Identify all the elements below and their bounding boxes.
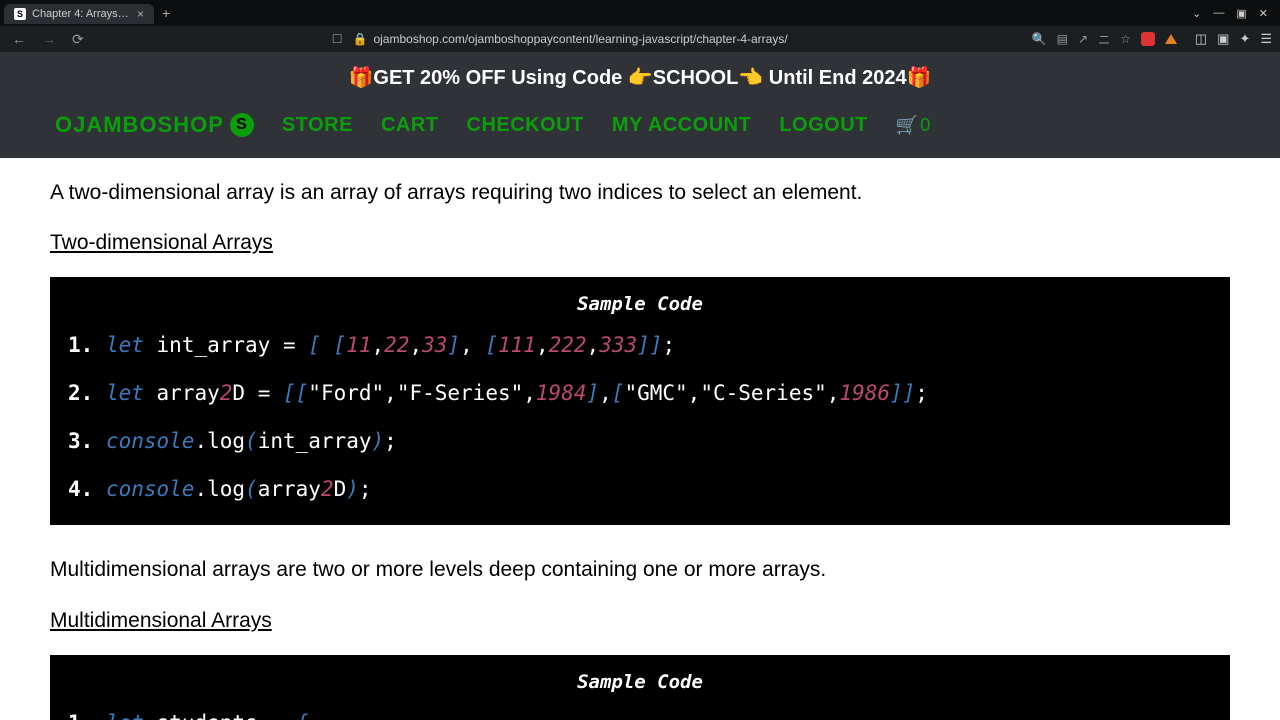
code-block-1: Sample Code 1. let int_array = [ [11,22,… [50,277,1230,525]
page-content[interactable]: 🎁GET 20% OFF Using Code 👉SCHOOL👈 Until E… [0,53,1280,720]
sidebar-icon[interactable]: ◫ [1195,31,1207,47]
section-link-multi[interactable]: Multidimensional Arrays [50,609,1230,633]
code-line: 4. console.log(array2D); [68,477,1212,501]
forward-button[interactable]: → [38,29,60,49]
browser-tab[interactable]: S Chapter 4: Arrays - Ojambo × [4,4,154,24]
bookmark-icon[interactable]: ☐ [332,32,343,46]
tab-favicon: S [14,8,26,20]
nav-logout[interactable]: LOGOUT [779,114,868,137]
new-tab-button[interactable]: + [162,5,170,21]
sparkle-icon[interactable]: ✦ [1239,31,1250,47]
browser-chrome: S Chapter 4: Arrays - Ojambo × + ⌄ — ▣ ✕… [0,0,1280,53]
code-block-2: Sample Code 1. let students = { [50,655,1230,720]
back-button[interactable]: ← [8,29,30,49]
chevron-down-icon[interactable]: ⌄ [1192,7,1201,20]
panel-icon[interactable]: ▣ [1217,31,1229,47]
close-window-icon[interactable]: ✕ [1259,7,1268,20]
section-link-2d[interactable]: Two-dimensional Arrays [50,231,1230,255]
lock-icon[interactable]: 🔒 [353,32,368,46]
site-nav: OJAMBOSHOP S STORE CART CHECKOUT MY ACCO… [0,102,1280,158]
window-controls: ⌄ — ▣ ✕ [1192,7,1276,20]
paragraph: A two-dimensional array is an array of a… [50,178,1230,207]
brand-logo-icon: S [230,113,254,137]
rss-icon[interactable]: ニ [1098,31,1110,48]
code-title: Sample Code [68,671,1212,693]
tab-close-icon[interactable]: × [137,7,144,21]
tab-bar: S Chapter 4: Arrays - Ojambo × + ⌄ — ▣ ✕ [0,0,1280,26]
menu-icon[interactable]: ☰ [1260,31,1272,47]
code-line: 3. console.log(int_array); [68,429,1212,453]
nav-store[interactable]: STORE [282,114,353,137]
nav-cart[interactable]: CART [381,114,439,137]
code-line: 1. let students = { [68,711,1212,720]
promo-banner: 🎁GET 20% OFF Using Code 👉SCHOOL👈 Until E… [0,53,1280,102]
star-icon[interactable]: ☆ [1120,32,1131,46]
nav-bar: ← → ⟳ ☐ 🔒 ojamboshop.com/ojamboshoppayco… [0,26,1280,53]
reload-button[interactable]: ⟳ [68,29,88,50]
url-bar[interactable]: ☐ 🔒 ojamboshop.com/ojamboshoppaycontent/… [96,32,1024,46]
code-line: 1. let int_array = [ [11,22,33], [111,22… [68,333,1212,357]
extension-red-icon[interactable] [1141,32,1155,46]
minimize-icon[interactable]: — [1213,7,1224,20]
cart-icon[interactable]: 🛒0 [896,115,930,136]
code-title: Sample Code [68,293,1212,315]
nav-checkout[interactable]: CHECKOUT [467,114,584,137]
url-text: ojamboshop.com/ojamboshoppaycontent/lear… [373,32,787,46]
paragraph: Multidimensional arrays are two or more … [50,555,1230,584]
maximize-icon[interactable]: ▣ [1236,7,1246,20]
reader-icon[interactable]: ▤ [1057,32,1068,46]
tab-title: Chapter 4: Arrays - Ojambo [32,8,131,20]
code-line: 2. let array2D = [["Ford","F-Series",198… [68,381,1212,405]
share-icon[interactable]: ↗ [1078,32,1088,46]
article-content: A two-dimensional array is an array of a… [0,158,1280,720]
extension-orange-icon[interactable] [1165,34,1177,44]
nav-account[interactable]: MY ACCOUNT [612,114,751,137]
brand-logo-link[interactable]: OJAMBOSHOP S [55,112,254,138]
zoom-icon[interactable]: 🔍 [1032,32,1047,46]
